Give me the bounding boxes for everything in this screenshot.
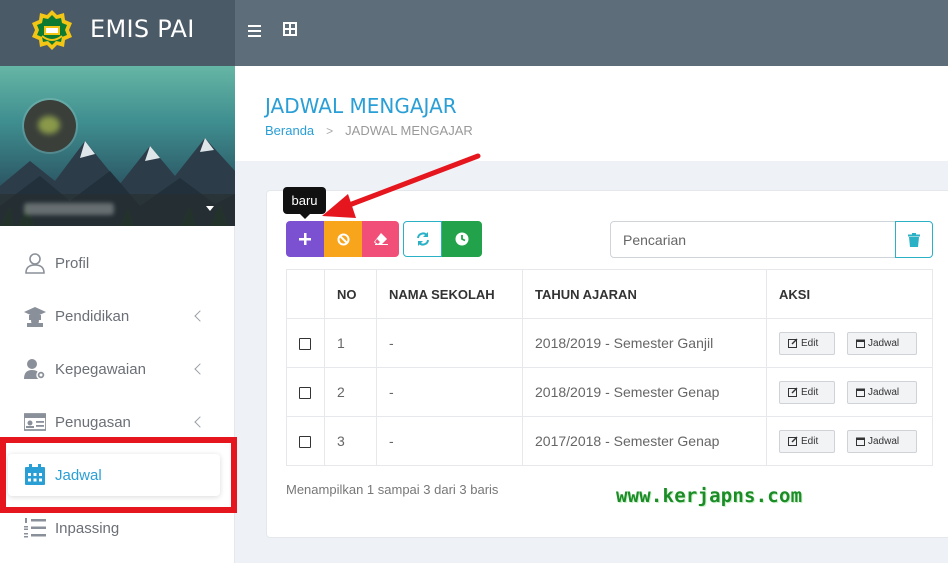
profile-banner — [0, 66, 235, 226]
numbered-list-icon — [24, 518, 46, 538]
calendar-small-icon — [856, 388, 865, 397]
brand-bar: EMIS PAI — [0, 0, 235, 66]
username-bar[interactable] — [0, 194, 235, 226]
cell-tahun-ajaran: 2017/2018 - Semester Genap — [522, 416, 767, 466]
table-header-row: NO NAMA SEKOLAH TAHUN AJARAN AKSI — [286, 269, 933, 319]
cell-nama-sekolah: - — [376, 318, 523, 368]
plus-icon — [299, 233, 311, 245]
sidebar-item-kepegawaian[interactable]: Kepegawaian — [0, 347, 235, 391]
hamburger-icon[interactable] — [246, 20, 266, 40]
username-blurred — [24, 203, 114, 215]
ban-icon — [337, 233, 349, 245]
eraser-icon — [373, 233, 388, 245]
sidebar-item-label: Inpassing — [55, 519, 120, 537]
graduation-icon — [24, 307, 46, 327]
table-row: 2 - 2018/2019 - Semester Genap Edit Jadwa… — [286, 367, 933, 417]
edit-button[interactable]: Edit — [779, 331, 835, 355]
row-checkbox[interactable] — [299, 436, 311, 449]
history-button[interactable] — [442, 221, 482, 257]
edit-label: Edit — [801, 337, 819, 349]
trash-icon — [908, 232, 920, 247]
edit-button[interactable]: Edit — [779, 380, 835, 404]
highlight-box — [0, 437, 237, 513]
jadwal-label: Jadwal — [868, 386, 900, 398]
avatar[interactable] — [24, 100, 76, 152]
add-button[interactable] — [286, 221, 324, 257]
schedule-table: NO NAMA SEKOLAH TAHUN AJARAN AKSI 1 - 20… — [286, 269, 933, 466]
jadwal-button[interactable]: Jadwal — [847, 429, 917, 453]
row-checkbox[interactable] — [299, 387, 311, 400]
user-icon — [25, 253, 45, 274]
row-checkbox[interactable] — [299, 338, 311, 351]
disable-button[interactable] — [324, 221, 362, 257]
cell-no: 2 — [324, 367, 377, 417]
cell-nama-sekolah: - — [376, 367, 523, 417]
sidebar-item-label: Kepegawaian — [55, 360, 146, 378]
column-header-no: NO — [324, 269, 377, 319]
page-title: JADWAL MENGAJAR — [265, 94, 457, 118]
column-header-nama-sekolah: NAMA SEKOLAH — [376, 269, 523, 319]
cell-no: 3 — [324, 416, 377, 466]
edit-button[interactable]: Edit — [779, 429, 835, 453]
sidebar-item-label: Profil — [55, 254, 90, 272]
jadwal-button[interactable]: Jadwal — [847, 380, 917, 404]
table-row: 1 - 2018/2019 - Semester Ganjil Edit Jadw… — [286, 318, 933, 368]
sidebar-item-label: Penugasan — [55, 413, 131, 431]
sidebar-item-pendidikan[interactable]: Pendidikan — [0, 294, 235, 338]
delete-button[interactable] — [895, 221, 933, 258]
refresh-button[interactable] — [403, 221, 442, 257]
top-navbar — [235, 0, 948, 66]
id-card-icon — [24, 413, 46, 431]
edit-icon — [788, 387, 798, 397]
edit-label: Edit — [801, 386, 819, 398]
tooltip: baru — [283, 187, 326, 219]
cell-nama-sekolah: - — [376, 416, 523, 466]
user-gear-icon — [24, 359, 46, 380]
breadcrumb-home-link[interactable]: Beranda — [265, 123, 314, 138]
cell-aksi: Edit Jadwal — [766, 416, 933, 466]
jadwal-button[interactable]: Jadwal — [847, 331, 917, 355]
jadwal-label: Jadwal — [868, 337, 900, 349]
watermark: www.kerjapns.com — [616, 485, 803, 507]
refresh-icon — [416, 232, 429, 246]
header-checkbox-cell — [286, 269, 325, 319]
search-input[interactable] — [610, 221, 896, 258]
caret-down-icon[interactable] — [206, 206, 214, 211]
sidebar-item-label: Pendidikan — [55, 307, 130, 325]
edit-label: Edit — [801, 435, 819, 447]
erase-button[interactable] — [362, 221, 399, 257]
sidebar-item-profil[interactable]: Profil — [0, 241, 235, 285]
calendar-small-icon — [856, 339, 865, 348]
column-header-aksi: AKSI — [766, 269, 933, 319]
ministry-logo-icon[interactable] — [28, 8, 76, 52]
grid-icon[interactable] — [283, 22, 297, 36]
cell-aksi: Edit Jadwal — [766, 367, 933, 417]
chevron-right-icon: > — [326, 123, 334, 138]
app-title: EMIS PAI — [90, 15, 195, 43]
cell-tahun-ajaran: 2018/2019 - Semester Ganjil — [522, 318, 767, 368]
cell-no: 1 — [324, 318, 377, 368]
chevron-left-icon — [194, 310, 206, 322]
edit-icon — [788, 338, 798, 348]
chevron-left-icon — [194, 363, 206, 375]
edit-icon — [788, 436, 798, 446]
cell-tahun-ajaran: 2018/2019 - Semester Genap — [522, 367, 767, 417]
clock-icon — [455, 232, 469, 246]
table-summary: Menampilkan 1 sampai 3 dari 3 baris — [286, 482, 499, 497]
breadcrumb: Beranda > JADWAL MENGAJAR — [265, 123, 473, 138]
table-row: 3 - 2017/2018 - Semester Genap Edit Jadwa… — [286, 416, 933, 466]
jadwal-label: Jadwal — [868, 435, 900, 447]
cell-aksi: Edit Jadwal — [766, 318, 933, 368]
breadcrumb-current: JADWAL MENGAJAR — [345, 123, 473, 138]
page-header: JADWAL MENGAJAR Beranda > JADWAL MENGAJA… — [235, 66, 948, 161]
calendar-small-icon — [856, 437, 865, 446]
chevron-left-icon — [194, 416, 206, 428]
column-header-tahun-ajaran: TAHUN AJARAN — [522, 269, 767, 319]
